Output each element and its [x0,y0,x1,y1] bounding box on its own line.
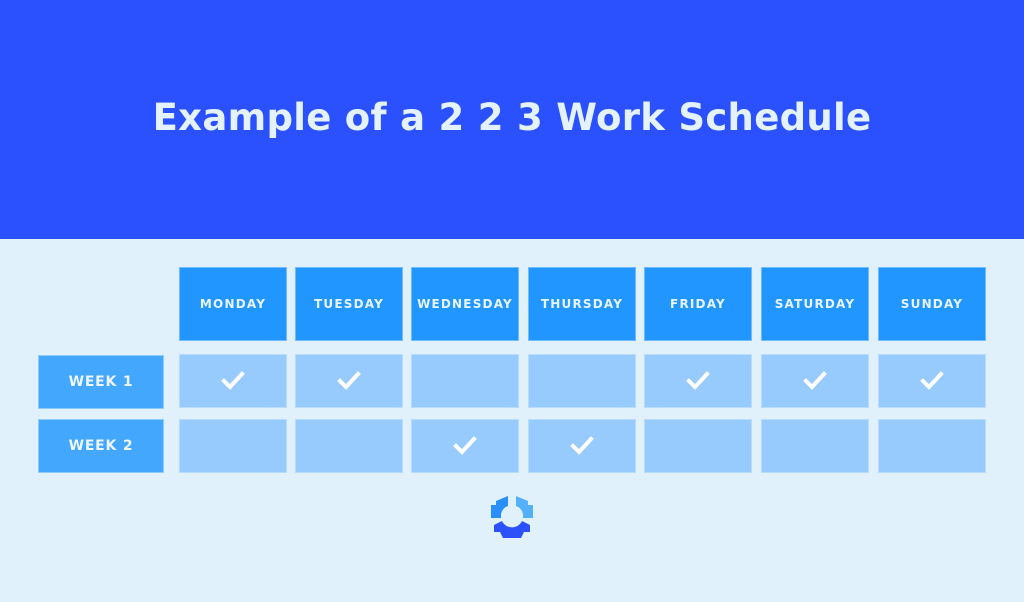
day-header: SUNDAY [878,267,986,341]
check-icon [686,371,710,390]
brand-logo-icon [491,496,533,538]
day-header: FRIDAY [644,267,752,341]
schedule-cell [878,354,986,408]
schedule-cell [179,419,287,473]
day-header: MONDAY [179,267,287,341]
schedule-cell [295,419,403,473]
schedule-cell [411,354,519,408]
schedule-cell [295,354,403,408]
day-header: TUESDAY [295,267,403,341]
check-icon [337,371,361,390]
check-icon [221,371,245,390]
schedule-cell [528,419,636,473]
schedule-cell [411,419,519,473]
schedule-cell [528,354,636,408]
check-icon [920,371,944,390]
day-header: SATURDAY [761,267,869,341]
schedule-cell [761,354,869,408]
schedule-cell [644,354,752,408]
schedule-cell [878,419,986,473]
schedule-cell [761,419,869,473]
check-icon [570,436,594,455]
check-icon [803,371,827,390]
check-icon [453,436,477,455]
page-title: Example of a 2 2 3 Work Schedule [152,96,872,139]
week-label: WEEK 2 [38,419,164,473]
day-header: WEDNESDAY [411,267,519,341]
schedule-cell [644,419,752,473]
day-header: THURSDAY [528,267,636,341]
week-label: WEEK 1 [38,355,164,409]
schedule-cell [179,354,287,408]
